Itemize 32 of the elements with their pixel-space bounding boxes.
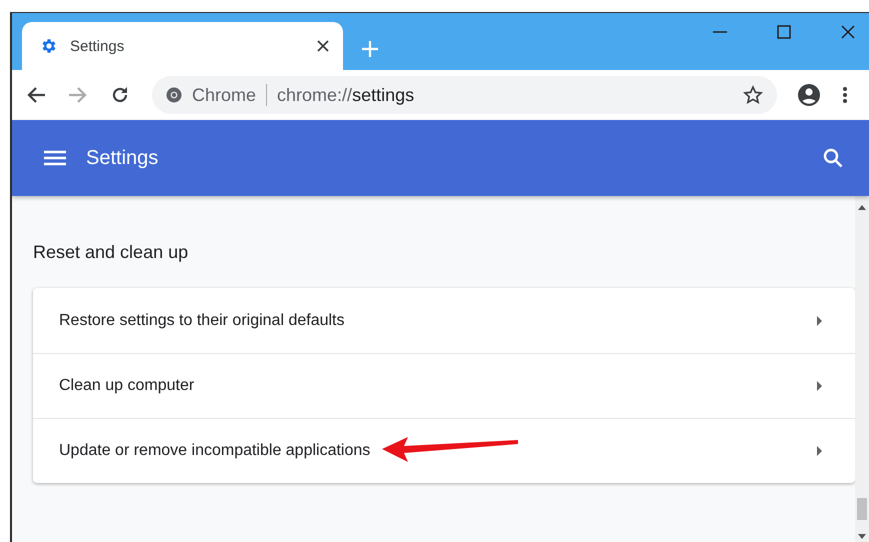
maximize-icon[interactable] (777, 25, 791, 39)
section-title: Reset and clean up (33, 242, 190, 262)
reload-icon[interactable] (110, 85, 130, 105)
settings-row[interactable]: Clean up computer (33, 353, 855, 418)
row-label: Update or remove incompatible applications (59, 442, 370, 460)
account-icon[interactable] (797, 83, 821, 107)
menu-icon[interactable] (44, 150, 66, 166)
scrollbar-thumb[interactable] (857, 498, 867, 520)
url-scheme: chrome:// (277, 84, 352, 106)
close-icon[interactable] (317, 40, 329, 52)
caret-icon[interactable] (816, 381, 823, 391)
caret-icon[interactable] (816, 446, 823, 456)
search-icon[interactable] (823, 148, 843, 168)
row-label: Restore settings to their original defaults (59, 312, 344, 330)
scroll-up-icon[interactable] (858, 204, 866, 210)
browser-tab[interactable]: Settings (22, 22, 343, 70)
menu-icon[interactable] (843, 86, 847, 104)
chrome-logo-icon (166, 87, 182, 103)
settings-row[interactable]: Restore settings to their original defaults (33, 288, 855, 353)
caret-icon[interactable] (816, 316, 823, 326)
url-path: settings (352, 84, 414, 106)
back-icon[interactable] (26, 86, 46, 104)
row-label: Clean up computer (59, 377, 194, 395)
page-title: Settings (86, 146, 160, 170)
scroll-down-icon[interactable] (858, 534, 866, 540)
close-icon[interactable] (841, 25, 855, 39)
gear-icon (40, 37, 58, 55)
star-icon[interactable] (743, 85, 763, 105)
new-tab-icon[interactable] (361, 40, 379, 58)
address-bar[interactable]: Chrome chrome://settings (152, 76, 777, 114)
settings-row[interactable]: Update or remove incompatible applications (33, 418, 855, 483)
site-label: Chrome (192, 84, 256, 106)
